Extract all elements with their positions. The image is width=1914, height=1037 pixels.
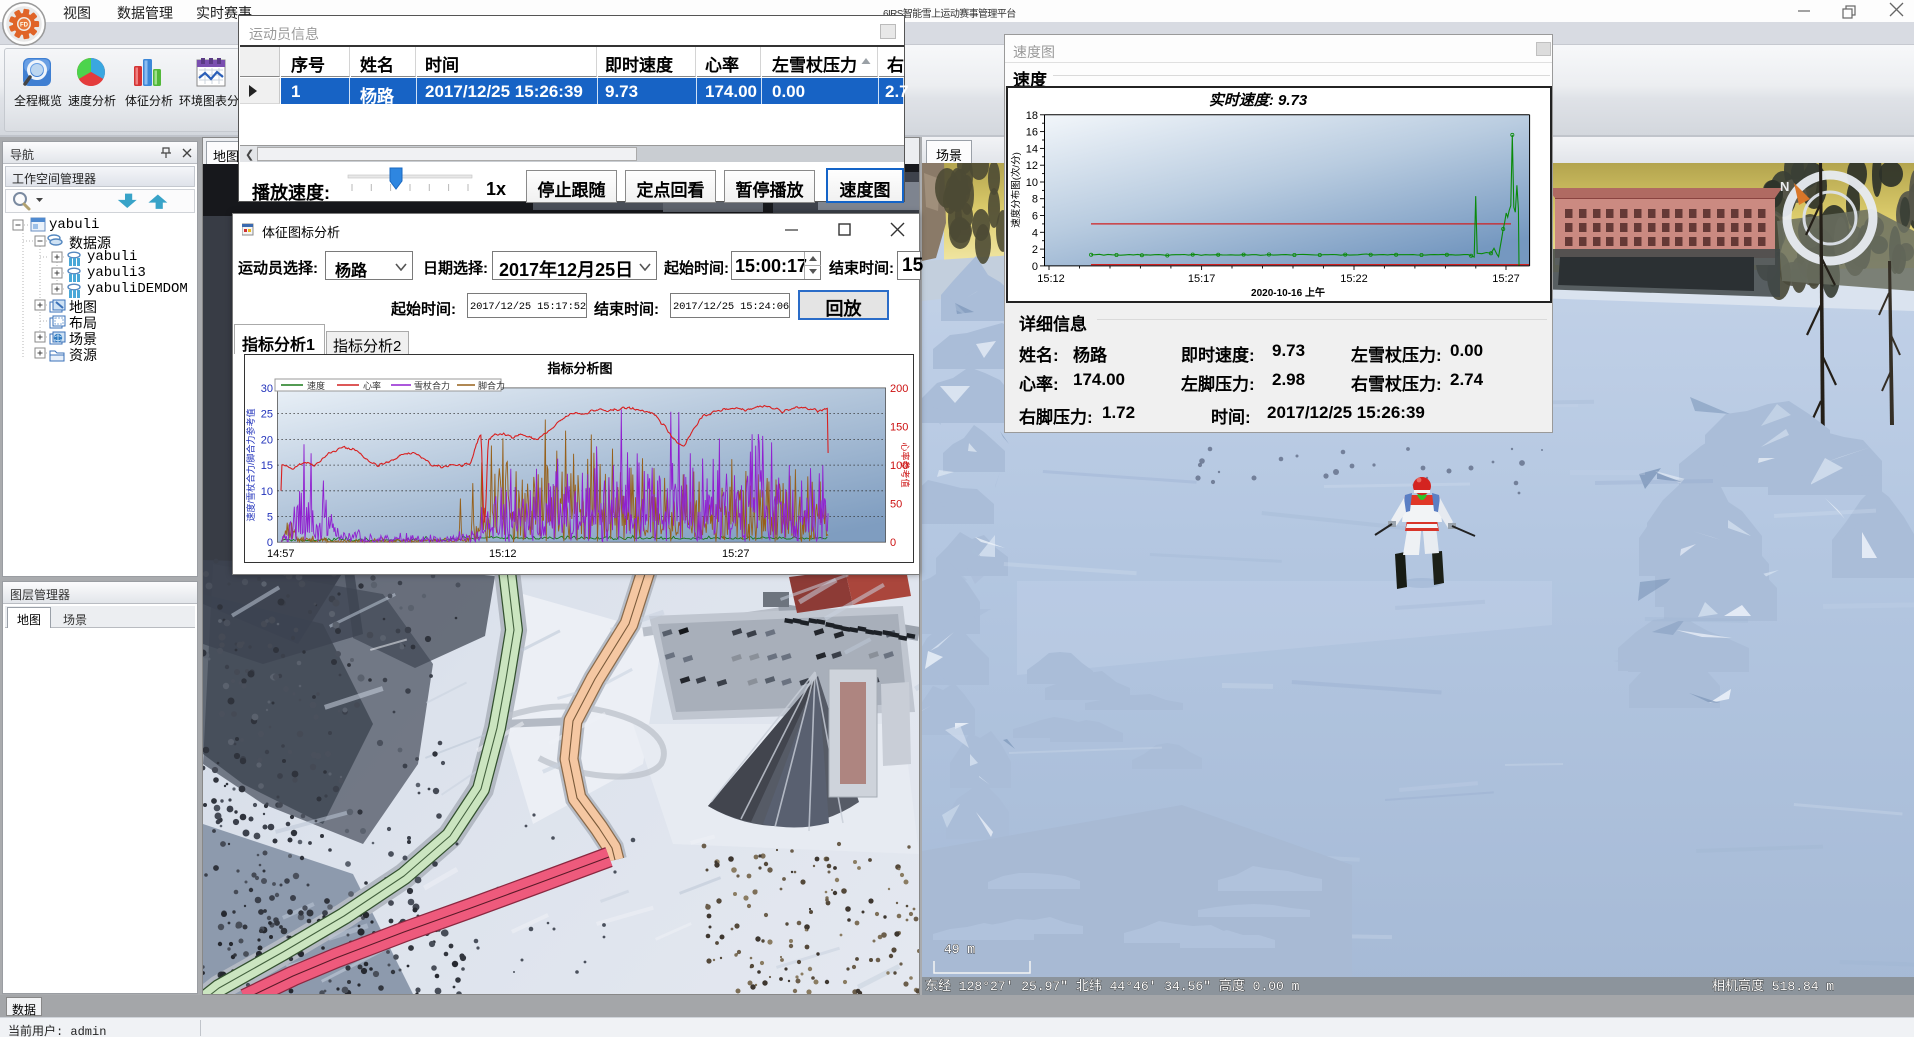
svg-text:30: 30 [261,383,273,395]
svg-text:2: 2 [1032,244,1038,256]
svg-text:14: 14 [1026,143,1038,155]
svg-text:速度: 速度 [307,380,325,391]
svg-text:15: 15 [261,460,273,472]
svg-text:16: 16 [1026,127,1038,139]
svg-text:15:17: 15:17 [1188,273,1216,285]
svg-text:15:27: 15:27 [1492,273,1520,285]
svg-text:15:22: 15:22 [1340,273,1368,285]
svg-text:8: 8 [1032,194,1038,206]
svg-text:10: 10 [261,486,273,498]
svg-text:FD: FD [20,23,29,29]
svg-text:14:57: 14:57 [267,548,295,560]
svg-text:相机高度 518.84 m: 相机高度 518.84 m [1712,978,1834,994]
svg-text:18: 18 [1026,110,1038,122]
svg-text:速度/雪杖合力/脚合力参考值: 速度/雪杖合力/脚合力参考值 [245,408,256,521]
svg-text:雪杖合力: 雪杖合力 [414,380,450,391]
svg-text:4: 4 [1032,227,1038,239]
svg-text:实时速度: 9.73: 实时速度: 9.73 [1209,91,1308,109]
svg-text:心率参考值: 心率参考值 [900,442,911,487]
svg-text:5: 5 [267,512,273,524]
svg-text:0: 0 [1032,261,1038,273]
svg-text:2020-10-16 上午: 2020-10-16 上午 [1251,286,1325,299]
svg-text:25: 25 [261,409,273,421]
svg-text:12: 12 [1026,160,1038,172]
svg-text:0: 0 [890,537,896,549]
svg-text:6: 6 [1032,211,1038,223]
svg-text:脚合力: 脚合力 [478,380,505,391]
svg-text:10: 10 [1026,177,1038,189]
svg-text:N: N [1780,179,1789,194]
svg-text:心率: 心率 [363,380,381,391]
svg-text:速度分布图(次/分): 速度分布图(次/分) [1010,152,1022,227]
svg-text:20: 20 [261,434,273,446]
svg-text:49 m: 49 m [944,942,975,957]
svg-text:东经 128°27′ 25.97″ 北纬 44°46′ 3: 东经 128°27′ 25.97″ 北纬 44°46′ 34.56″ 高度 0.… [925,978,1300,994]
svg-text:15:27: 15:27 [722,548,750,560]
svg-text:150: 150 [890,422,908,434]
svg-text:指标分析图: 指标分析图 [547,361,612,376]
svg-text:200: 200 [890,383,908,395]
svg-text:15:12: 15:12 [489,548,517,560]
svg-text:15:12: 15:12 [1037,273,1065,285]
svg-text:50: 50 [890,499,902,511]
